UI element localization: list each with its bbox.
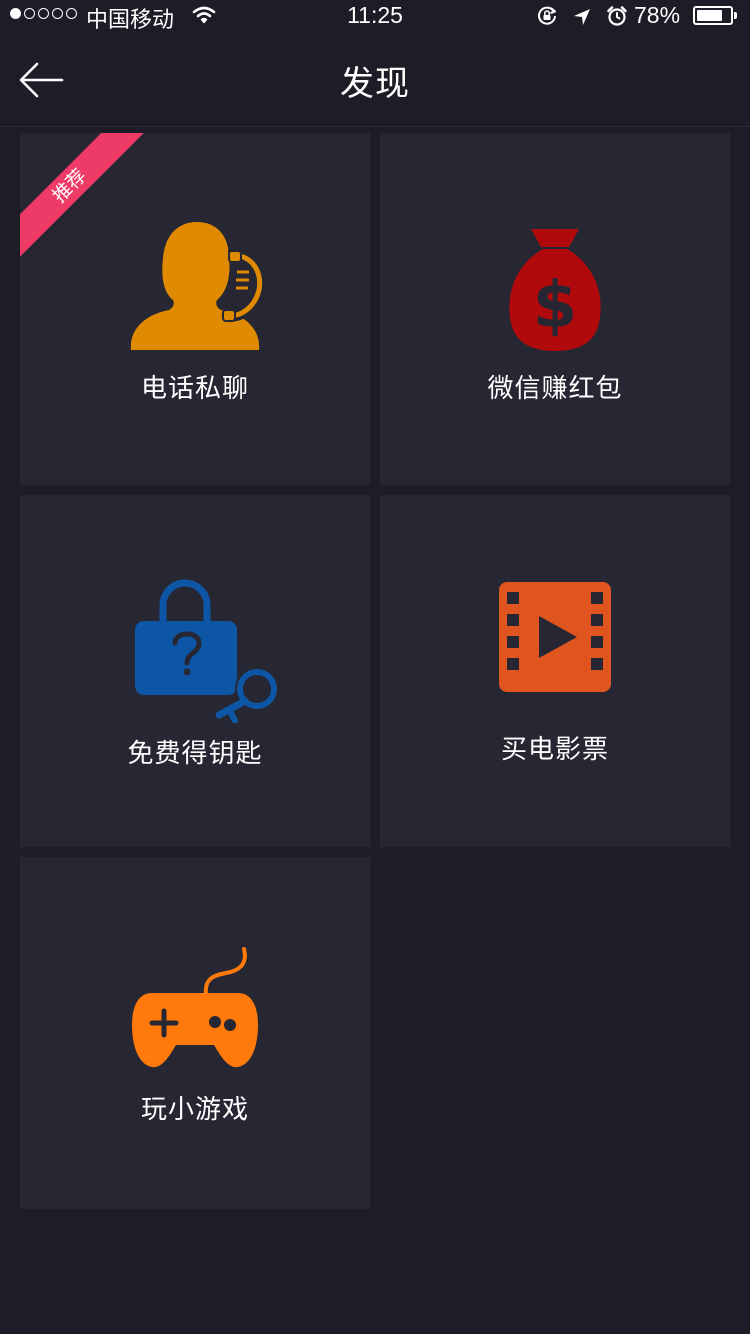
tile-label: 电话私聊: [140, 374, 249, 404]
film-icon: [499, 582, 611, 696]
tile-movie-tickets[interactable]: 买电影票: [380, 495, 730, 847]
phone-contact-icon: [125, 218, 266, 357]
tile-phone-chat[interactable]: 推荐 电话私聊: [20, 133, 370, 485]
battery-icon: [693, 6, 737, 25]
lock-key-icon: [135, 575, 285, 727]
money-bag-icon: $: [505, 225, 605, 357]
tile-free-key[interactable]: 免费得钥匙: [20, 495, 370, 847]
battery-nub: [734, 12, 737, 19]
tile-mini-games[interactable]: 玩小游戏: [20, 857, 370, 1209]
navigation-bar: 发现: [0, 34, 750, 127]
svg-text:$: $: [533, 269, 578, 343]
orientation-lock-icon: [536, 5, 558, 33]
alarm-icon: [606, 5, 628, 33]
tile-label: 微信赚红包: [487, 374, 623, 404]
location-arrow-icon: [572, 6, 592, 33]
status-bar: 中国移动 11:25 78%: [0, 0, 750, 34]
battery-percentage: 78%: [634, 2, 681, 28]
tile-label: 玩小游戏: [140, 1095, 249, 1125]
tile-label: 买电影票: [500, 735, 609, 765]
battery-level-fill: [697, 10, 722, 21]
page-title: 发现: [340, 64, 410, 104]
tile-wechat-red-packet[interactable]: $ 微信赚红包: [380, 133, 730, 485]
gamepad-icon: [130, 945, 260, 1073]
tile-label: 免费得钥匙: [127, 739, 263, 769]
